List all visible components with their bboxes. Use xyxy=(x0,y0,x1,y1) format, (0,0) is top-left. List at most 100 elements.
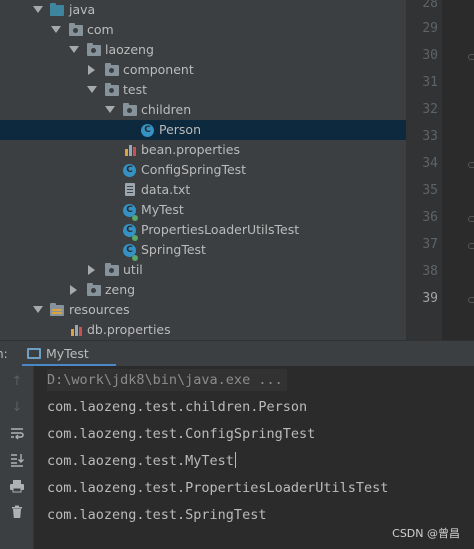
expand-arrow-icon[interactable] xyxy=(33,6,43,13)
package-icon xyxy=(69,23,83,36)
fold-marker-icon[interactable] xyxy=(468,162,474,168)
project-tree: java com laozeng component test children… xyxy=(0,0,406,340)
resources-folder-icon xyxy=(50,303,64,316)
console-line: com.laozeng.test.PropertiesLoaderUtilsTe… xyxy=(47,480,389,496)
console-line: com.laozeng.test.SpringTest xyxy=(47,507,267,523)
package-icon xyxy=(105,263,119,276)
line-number: 35 xyxy=(422,183,438,198)
test-class-icon xyxy=(123,244,138,261)
tree-item-label: util xyxy=(123,262,143,277)
package-icon xyxy=(87,43,101,56)
up-arrow-icon[interactable]: ↑ xyxy=(9,374,25,390)
tree-item-propertiesloaderutilstest[interactable]: PropertiesLoaderUtilsTest xyxy=(0,220,406,241)
package-icon xyxy=(87,283,101,296)
tree-item-configspringtest[interactable]: ConfigSpringTest xyxy=(0,160,406,180)
line-number: 38 xyxy=(422,264,438,279)
tree-item-laozeng[interactable]: laozeng xyxy=(0,40,406,60)
editor-area[interactable] xyxy=(442,0,474,340)
tree-item-label: com xyxy=(87,22,114,37)
tab-mytest[interactable]: MyTest xyxy=(22,341,116,367)
tree-item-label: ConfigSpringTest xyxy=(141,162,247,177)
console-line-with-caret: com.laozeng.test.MyTest xyxy=(47,450,236,472)
tree-item-label: db.properties xyxy=(87,322,171,337)
expand-arrow-icon[interactable] xyxy=(33,306,43,313)
line-number: 32 xyxy=(422,102,438,117)
test-class-icon xyxy=(123,224,138,241)
tree-item-label: component xyxy=(123,62,194,77)
tree-item-label: MyTest xyxy=(141,202,184,217)
tree-item-util[interactable]: util xyxy=(0,260,406,280)
watermark: CSDN @曾昌 xyxy=(392,527,460,540)
tree-item-component[interactable]: component xyxy=(0,60,406,80)
line-number: 28 xyxy=(422,0,438,11)
run-panel-title: n: xyxy=(0,347,8,361)
tree-item-java[interactable]: java xyxy=(0,0,406,20)
tree-item-mytest[interactable]: MyTest xyxy=(0,200,406,221)
scroll-to-end-icon[interactable] xyxy=(9,452,25,468)
fold-marker-icon[interactable] xyxy=(468,297,474,303)
collapse-arrow-icon[interactable] xyxy=(70,285,77,295)
line-number: 29 xyxy=(422,21,438,36)
line-number: 36 xyxy=(422,210,438,225)
tree-item-children[interactable]: children xyxy=(0,100,406,120)
tree-item-com[interactable]: com xyxy=(0,20,406,40)
current-line-number: 39 xyxy=(422,291,438,306)
tree-item-label: laozeng xyxy=(105,42,154,57)
tree-item-resources[interactable]: resources xyxy=(0,300,406,320)
trash-icon[interactable] xyxy=(9,504,25,520)
test-class-icon xyxy=(123,204,138,221)
line-number: 33 xyxy=(422,129,438,144)
tab-label: MyTest xyxy=(46,346,89,361)
soft-wrap-icon[interactable] xyxy=(9,426,25,442)
console-line: com.laozeng.test.ConfigSpringTest xyxy=(47,426,316,442)
tree-item-label: bean.properties xyxy=(141,142,240,157)
expand-arrow-icon[interactable] xyxy=(105,106,115,113)
fold-marker-icon[interactable] xyxy=(468,243,474,249)
tree-item-label: test xyxy=(123,82,148,97)
tree-item-label: java xyxy=(69,2,96,17)
tree-item-db-properties[interactable]: db.properties xyxy=(0,320,406,340)
line-number: 31 xyxy=(422,75,438,90)
tree-item-label: resources xyxy=(69,302,130,317)
line-number: 34 xyxy=(422,156,438,171)
class-icon xyxy=(141,124,154,137)
tree-item-label: SpringTest xyxy=(141,242,206,257)
expand-arrow-icon[interactable] xyxy=(51,26,61,33)
down-arrow-icon[interactable]: ↓ xyxy=(9,400,25,416)
console-line: com.laozeng.test.MyTest xyxy=(47,453,234,469)
package-icon xyxy=(105,83,119,96)
tree-item-label: zeng xyxy=(105,282,136,297)
console-line: com.laozeng.test.children.Person xyxy=(47,399,308,415)
collapse-arrow-icon[interactable] xyxy=(88,265,95,275)
run-toolbar: ↑ ↓ xyxy=(0,366,34,549)
package-icon xyxy=(123,103,137,116)
tree-item-label: Person xyxy=(159,122,202,137)
tree-item-data-txt[interactable]: data.txt xyxy=(0,180,406,200)
properties-file-icon xyxy=(71,323,82,336)
expand-arrow-icon[interactable] xyxy=(69,46,79,53)
print-icon[interactable] xyxy=(9,478,25,494)
tree-item-label: PropertiesLoaderUtilsTest xyxy=(141,222,300,237)
console-icon xyxy=(27,348,41,359)
expand-arrow-icon[interactable] xyxy=(87,86,97,93)
line-number: 37 xyxy=(422,237,438,252)
tree-item-bean-properties[interactable]: bean.properties xyxy=(0,140,406,160)
tree-item-person[interactable]: Person xyxy=(0,120,406,140)
fold-marker-icon[interactable] xyxy=(468,216,474,222)
fold-marker-icon[interactable] xyxy=(468,54,474,60)
tree-item-label: data.txt xyxy=(141,182,191,197)
line-number: 30 xyxy=(422,48,438,63)
console-command-line: D:\work\jdk8\bin\java.exe ... xyxy=(47,369,287,391)
tree-item-label: children xyxy=(141,102,192,117)
properties-file-icon xyxy=(125,143,136,156)
tree-item-zeng[interactable]: zeng xyxy=(0,280,406,300)
tree-item-springtest[interactable]: SpringTest xyxy=(0,240,406,261)
source-folder-icon xyxy=(50,3,64,16)
run-panel-header: n: MyTest xyxy=(0,340,474,367)
test-class-icon xyxy=(123,164,136,177)
package-icon xyxy=(105,63,119,76)
text-caret xyxy=(234,452,236,468)
collapse-arrow-icon[interactable] xyxy=(88,65,95,75)
tree-item-test[interactable]: test xyxy=(0,80,406,100)
console-output[interactable]: D:\work\jdk8\bin\java.exe ... com.laozen… xyxy=(34,366,474,549)
